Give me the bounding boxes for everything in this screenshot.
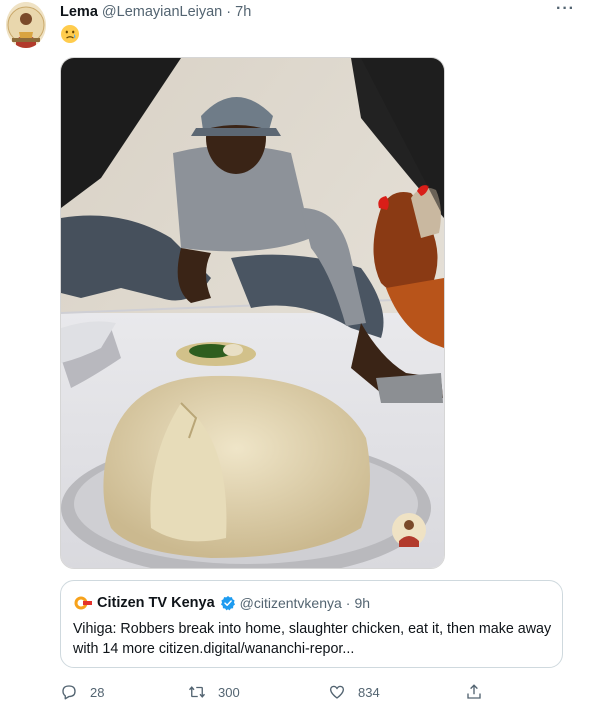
quoted-tweet-header: Citizen TV Kenya @citizentvkenya · 9h [73,593,370,613]
like-button[interactable]: 834 [328,681,380,703]
tweet-header: Lema @LemayianLeiyan · 7h [60,4,583,24]
quoted-separator-dot: · [345,595,351,611]
quoted-tweet[interactable]: Citizen TV Kenya @citizentvkenya · 9h Vi… [60,580,563,668]
reply-count: 28 [90,684,105,700]
verified-icon [220,596,235,611]
more-icon[interactable]: ··· [556,0,575,18]
quoted-author-handle[interactable]: @citizentvkenya [240,595,342,611]
avatar-illustration [6,2,46,48]
author-name[interactable]: Lema [60,4,98,20]
tweet-time[interactable]: 7h [235,4,251,20]
like-count: 834 [358,684,380,700]
separator-dot: · [226,4,232,20]
author-handle[interactable]: @LemayianLeiyan [102,4,222,20]
citizen-logo-icon [74,596,92,610]
tweet-actions: 28 300 834 [60,681,580,703]
share-button[interactable] [465,681,495,703]
quoted-author-name[interactable]: Citizen TV Kenya [97,595,215,611]
share-icon [467,684,481,699]
quoted-time[interactable]: 9h [354,595,370,611]
avatar[interactable] [6,2,46,48]
quoted-tweet-text: Vihiga: Robbers break into home, slaught… [73,621,552,657]
retweet-icon [188,686,206,698]
tweet-photo[interactable] [60,57,445,569]
reply-icon [62,685,76,700]
retweet-count: 300 [218,684,240,700]
tweet-text [60,24,80,46]
crying-face-emoji [61,25,79,43]
photo-content [61,58,444,568]
like-icon [329,685,345,699]
reply-button[interactable]: 28 [60,681,104,703]
tweet[interactable]: Lema @LemayianLeiyan · 7h ··· Citizen TV… [0,0,591,715]
retweet-button[interactable]: 300 [188,681,240,703]
